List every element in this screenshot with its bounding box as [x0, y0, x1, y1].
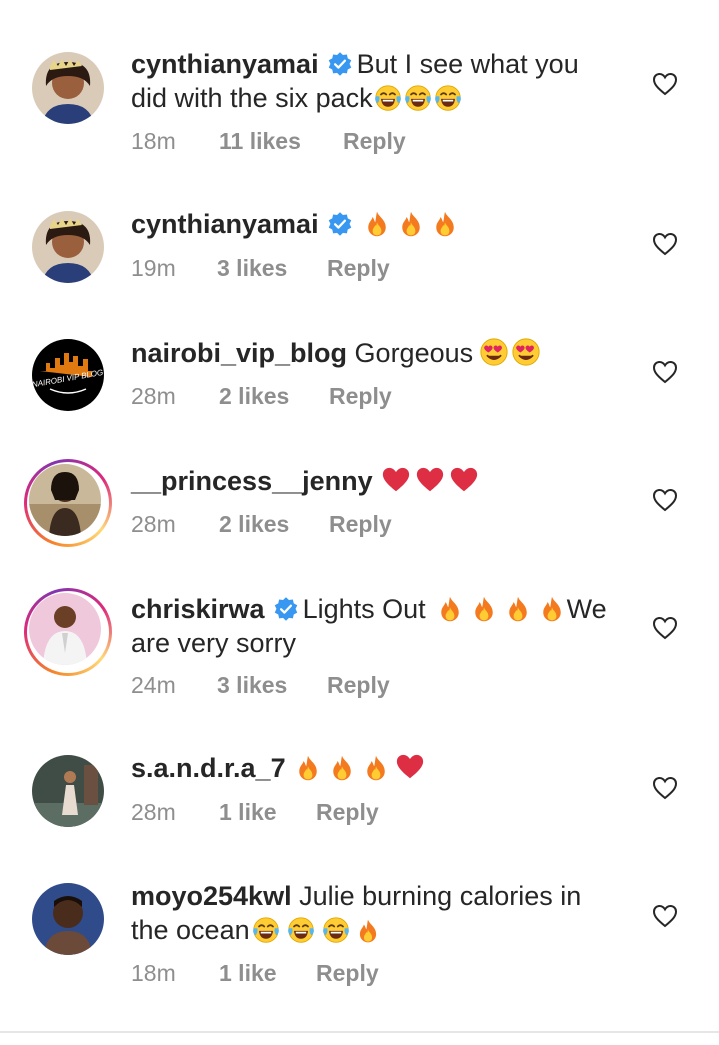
- fire-emoji-icon: [294, 754, 322, 782]
- divider: [0, 1031, 719, 1033]
- avatar[interactable]: [32, 52, 104, 124]
- comment-username[interactable]: cynthianyamai: [131, 49, 319, 79]
- fire-emoji-icon: [431, 210, 459, 238]
- fire-emoji-icon: [538, 595, 566, 623]
- heart-outline-icon[interactable]: [652, 232, 678, 256]
- comment-likes[interactable]: 11 likes: [219, 127, 343, 155]
- comment-meta: 28m 2 likes Reply: [131, 510, 392, 538]
- comment-meta: 18m 1 like Reply: [131, 959, 379, 987]
- fire-emoji-icon: [362, 754, 390, 782]
- heart-outline-icon[interactable]: [652, 904, 678, 928]
- comment-username[interactable]: cynthianyamai: [131, 209, 319, 239]
- red-heart-emoji-icon: [449, 465, 479, 495]
- comment-time: 28m: [131, 383, 176, 409]
- reply-button[interactable]: Reply: [316, 959, 379, 987]
- comment-likes[interactable]: 3 likes: [217, 254, 327, 282]
- fire-emoji-icon: [504, 595, 532, 623]
- heart-eyes-emoji-icon: [511, 337, 541, 367]
- comment-body-line2: did with the six pack: [131, 83, 373, 113]
- heart-outline-icon[interactable]: [652, 616, 678, 640]
- comment-body: Gorgeous: [354, 338, 474, 368]
- comment-body-line2: are very sorry: [131, 628, 297, 658]
- avatar[interactable]: [32, 755, 104, 827]
- verified-badge-icon: [327, 211, 353, 237]
- comment-likes[interactable]: 1 like: [219, 959, 316, 987]
- reply-button[interactable]: Reply: [329, 382, 392, 410]
- fire-emoji-icon: [470, 595, 498, 623]
- reply-button[interactable]: Reply: [327, 671, 390, 699]
- reply-button[interactable]: Reply: [316, 798, 379, 826]
- comment-likes[interactable]: 2 likes: [219, 382, 329, 410]
- avatar[interactable]: NAIROBI VIP BLOG: [32, 339, 104, 411]
- comment-meta: 19m 3 likes Reply: [131, 254, 390, 282]
- comment-text: __princess__jenny: [131, 464, 631, 498]
- fire-emoji-icon: [328, 754, 356, 782]
- avatar[interactable]: [32, 211, 104, 283]
- reply-button[interactable]: Reply: [327, 254, 390, 282]
- comment-text: cynthianyamai But I see what you did with…: [131, 47, 631, 115]
- comment-text: moyo254kwl Julie burning calories in the…: [131, 879, 631, 947]
- heart-outline-icon[interactable]: [652, 776, 678, 800]
- reply-button[interactable]: Reply: [343, 127, 406, 155]
- comment-meta: 18m 11 likes Reply: [131, 127, 406, 155]
- laugh-emoji-icon: [287, 916, 315, 944]
- comment-likes[interactable]: 2 likes: [219, 510, 329, 538]
- comment-time: 19m: [131, 255, 176, 281]
- comment-time: 18m: [131, 960, 176, 986]
- heart-eyes-emoji-icon: [479, 337, 509, 367]
- comment-text: chriskirwa Lights Out We are very sorry: [131, 592, 631, 660]
- comment-meta: 28m 1 like Reply: [131, 798, 379, 826]
- laugh-emoji-icon: [404, 84, 432, 112]
- laugh-emoji-icon: [252, 916, 280, 944]
- comment-username[interactable]: s.a.n.d.r.a_7: [131, 753, 286, 783]
- comment-text: nairobi_vip_blog Gorgeous: [131, 336, 631, 370]
- comment-username[interactable]: chriskirwa: [131, 594, 265, 624]
- comment-text: s.a.n.d.r.a_7: [131, 751, 631, 785]
- comment-username[interactable]: moyo254kwl: [131, 881, 292, 911]
- red-heart-emoji-icon: [395, 752, 425, 782]
- heart-outline-icon[interactable]: [652, 360, 678, 384]
- comment-body: Lights Out: [302, 594, 426, 624]
- fire-emoji-icon: [363, 210, 391, 238]
- fire-emoji-icon: [355, 918, 381, 944]
- comment-likes[interactable]: 3 likes: [217, 671, 327, 699]
- comment-username[interactable]: __princess__jenny: [131, 466, 373, 496]
- comment-text: cynthianyamai: [131, 207, 631, 241]
- comment-time: 18m: [131, 128, 176, 154]
- comment-meta: 28m 2 likes Reply: [131, 382, 392, 410]
- comment-meta: 24m 3 likes Reply: [131, 671, 390, 699]
- comment-body: Julie burning calories in: [299, 881, 582, 911]
- verified-badge-icon: [327, 51, 353, 77]
- fire-emoji-icon: [397, 210, 425, 238]
- comment-username[interactable]: nairobi_vip_blog: [131, 338, 347, 368]
- laugh-emoji-icon: [322, 916, 350, 944]
- comment-body: We: [566, 594, 607, 624]
- comment-likes[interactable]: 1 like: [219, 798, 316, 826]
- laugh-emoji-icon: [374, 84, 402, 112]
- heart-outline-icon[interactable]: [652, 488, 678, 512]
- avatar: [29, 593, 101, 665]
- reply-button[interactable]: Reply: [329, 510, 392, 538]
- avatar[interactable]: [32, 883, 104, 955]
- verified-badge-icon: [273, 596, 299, 622]
- comment-body-line2: the ocean: [131, 915, 250, 945]
- red-heart-emoji-icon: [415, 465, 445, 495]
- heart-outline-icon[interactable]: [652, 72, 678, 96]
- comment-time: 28m: [131, 511, 176, 537]
- fire-emoji-icon: [436, 595, 464, 623]
- avatar-story-ring[interactable]: [24, 588, 112, 676]
- red-heart-emoji-icon: [381, 465, 411, 495]
- avatar: [29, 464, 101, 536]
- comment-time: 28m: [131, 799, 176, 825]
- avatar-story-ring[interactable]: [24, 459, 112, 547]
- laugh-emoji-icon: [434, 84, 462, 112]
- comment-time: 24m: [131, 672, 176, 698]
- comment-body: But I see what you: [356, 49, 579, 79]
